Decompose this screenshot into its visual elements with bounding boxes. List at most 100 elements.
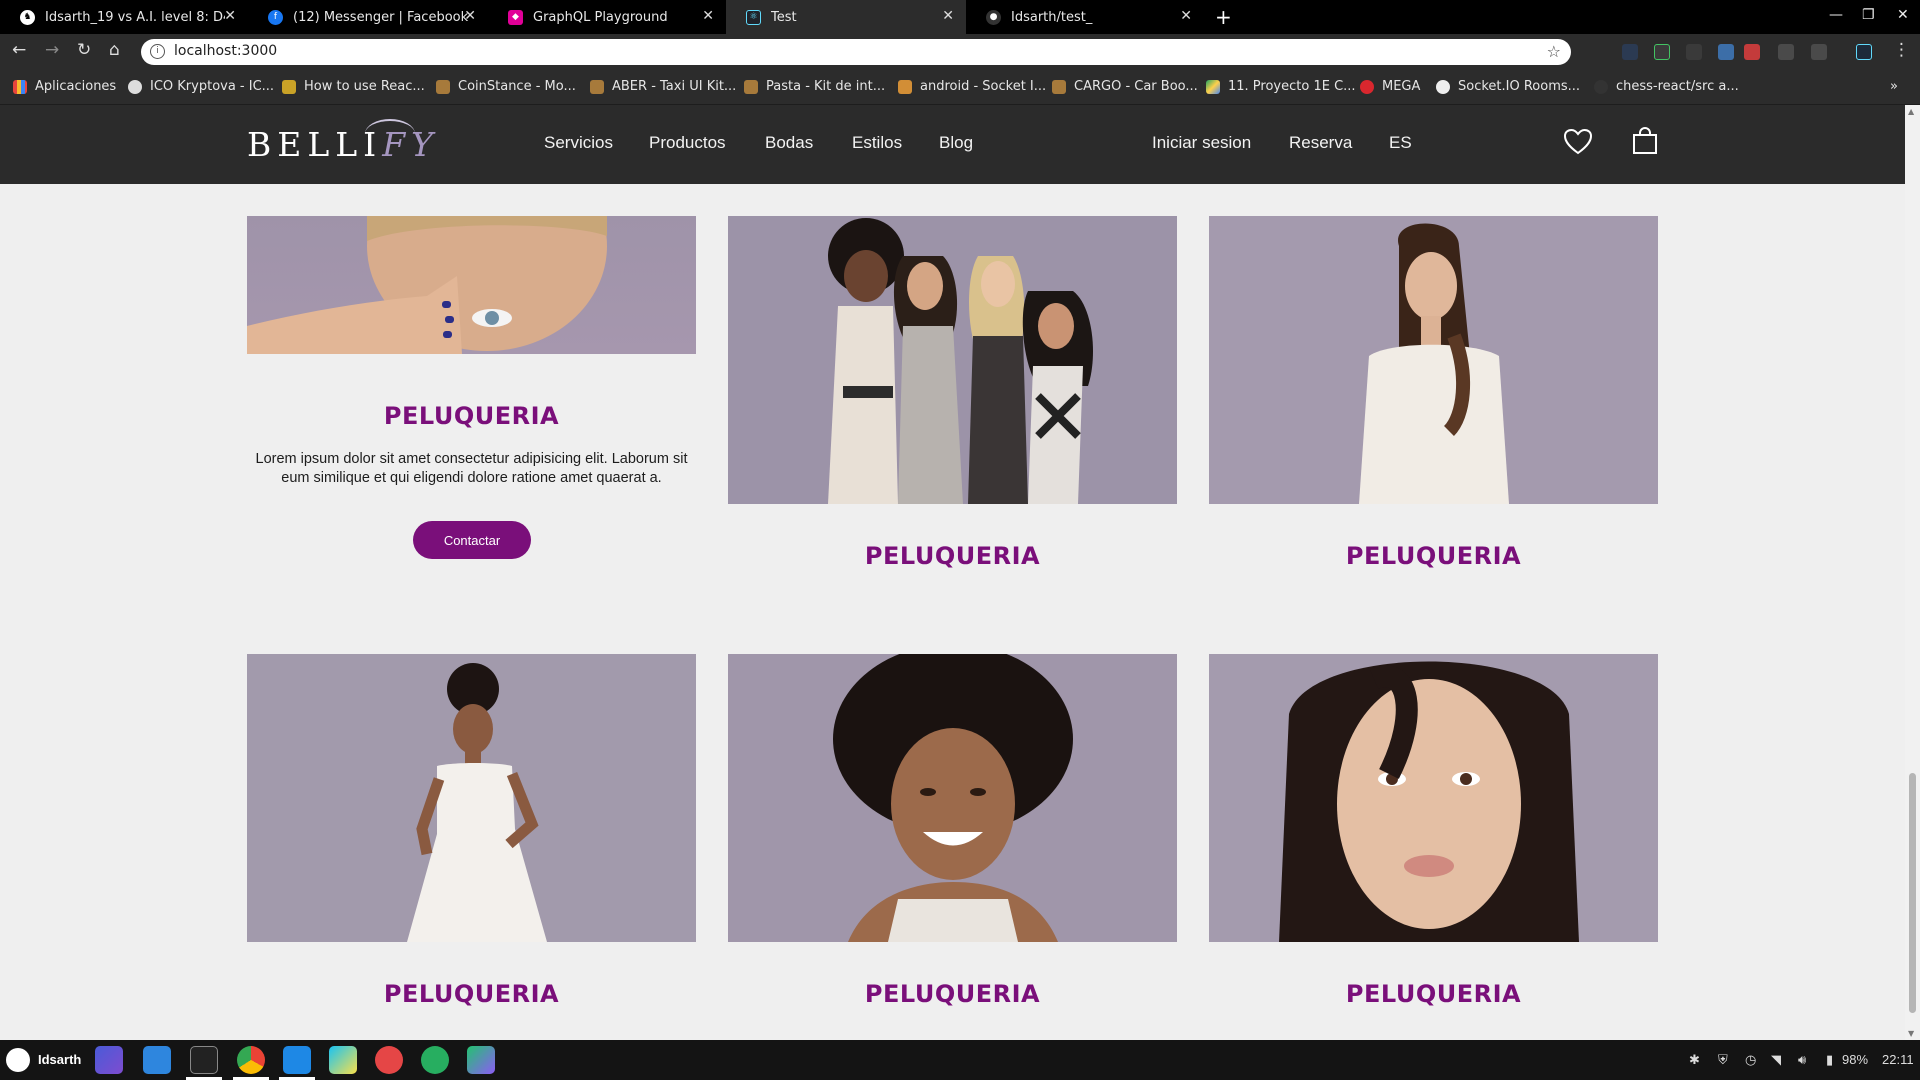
- card-image-dress: [247, 654, 696, 942]
- tab-graphql[interactable]: ◆ GraphQL Playground ✕: [488, 0, 726, 34]
- volume-icon[interactable]: 🔊︎: [1798, 1052, 1806, 1068]
- taskbar-clock[interactable]: 22:11: [1882, 1052, 1914, 1067]
- react-devtools-icon[interactable]: [1856, 44, 1872, 60]
- bookmark-label: CARGO - Car Boo...: [1074, 79, 1198, 94]
- taskbar-username[interactable]: Idsarth: [38, 1052, 81, 1067]
- chrome-icon[interactable]: [237, 1046, 265, 1074]
- bookmark-item[interactable]: android - Socket I...: [898, 79, 1046, 94]
- address-bar[interactable]: i localhost:3000 ☆: [141, 39, 1571, 65]
- bookmark-item[interactable]: 11. Proyecto 1E C...: [1206, 79, 1356, 94]
- facebook-icon: f: [268, 9, 283, 25]
- workspace-icon[interactable]: [95, 1046, 123, 1074]
- scroll-down-icon[interactable]: ▼: [1908, 1029, 1914, 1038]
- extension-icon[interactable]: [1811, 44, 1827, 60]
- maximize-icon[interactable]: ❐: [1862, 7, 1875, 23]
- webstorm-icon[interactable]: [329, 1046, 357, 1074]
- nav-iniciar-sesion[interactable]: Iniciar sesion: [1152, 133, 1251, 153]
- tab-messenger[interactable]: f (12) Messenger | Facebook ✕: [248, 0, 488, 34]
- contactar-button[interactable]: Contactar: [413, 521, 531, 559]
- vscode-icon[interactable]: [283, 1046, 311, 1074]
- clock-icon[interactable]: ◷: [1745, 1052, 1756, 1068]
- close-window-icon[interactable]: ✕: [1897, 7, 1909, 23]
- user-avatar-icon[interactable]: [6, 1048, 30, 1072]
- tab-lichess[interactable]: ♞ Idsarth_19 vs A.I. level 8: D40 ✕: [0, 0, 248, 34]
- browser-toolbar: ← → ↻ ⌂ i localhost:3000 ☆ ⋮: [0, 34, 1920, 70]
- card-image-portrait: [1209, 654, 1658, 942]
- scroll-up-icon[interactable]: ▲: [1908, 107, 1914, 116]
- page-viewport: BELLIFY Servicios Productos Bodas Estilo…: [0, 105, 1905, 1040]
- bookmark-item[interactable]: chess-react/src a...: [1594, 79, 1739, 94]
- reload-icon[interactable]: ↻: [77, 40, 91, 60]
- bookmark-item[interactable]: CoinStance - Mo...: [436, 79, 576, 94]
- terminal-icon[interactable]: [190, 1046, 218, 1074]
- bookmark-item[interactable]: CARGO - Car Boo...: [1052, 79, 1198, 94]
- datagrip-icon[interactable]: [467, 1046, 495, 1074]
- back-icon[interactable]: ←: [12, 40, 26, 60]
- tab-github[interactable]: ● Idsarth/test_ ✕: [966, 0, 1204, 34]
- bookmark-item[interactable]: ICO Kryptova - IC...: [128, 79, 274, 94]
- new-tab-button[interactable]: +: [1215, 5, 1232, 29]
- scrollbar-thumb[interactable]: [1909, 773, 1916, 1013]
- heart-logo-icon: [282, 79, 296, 94]
- extension-icon[interactable]: [1778, 44, 1794, 60]
- nav-servicios[interactable]: Servicios: [544, 133, 613, 153]
- language-selector[interactable]: ES: [1389, 133, 1412, 153]
- shopping-bag-icon[interactable]: [1632, 126, 1658, 156]
- nav-reserva[interactable]: Reserva: [1289, 133, 1352, 153]
- info-icon[interactable]: i: [150, 44, 165, 59]
- graphql-icon: ◆: [508, 9, 523, 25]
- extension-icon[interactable]: [1654, 44, 1670, 60]
- card-image-smile: [728, 654, 1177, 942]
- heart-icon[interactable]: [1563, 128, 1593, 156]
- bookmark-item[interactable]: How to use Reac...: [282, 79, 425, 94]
- extension-icon[interactable]: [1622, 44, 1638, 60]
- extension-icon[interactable]: [1686, 44, 1702, 60]
- bellify-logo[interactable]: BELLIFY: [247, 119, 439, 164]
- tab-title: Idsarth/test_: [1011, 9, 1093, 25]
- shield-icon[interactable]: ⛨: [1718, 1052, 1728, 1068]
- bookmark-item[interactable]: ABER - Taxi UI Kit...: [590, 79, 736, 94]
- close-tab-icon[interactable]: ✕: [1180, 8, 1192, 24]
- menu-kebab-icon[interactable]: ⋮: [1893, 40, 1910, 60]
- minimize-icon[interactable]: —: [1829, 7, 1843, 23]
- bookmark-label: 11. Proyecto 1E C...: [1228, 79, 1356, 94]
- battery-icon[interactable]: ▮: [1826, 1052, 1833, 1068]
- bookmarks-overflow-button[interactable]: »: [1890, 79, 1898, 94]
- bookmark-label: ICO Kryptova - IC...: [150, 79, 275, 94]
- bookmark-label: MEGA: [1382, 79, 1421, 94]
- gitkraken-icon[interactable]: [375, 1046, 403, 1074]
- tab-title: GraphQL Playground: [533, 9, 668, 25]
- extension-icon[interactable]: [1744, 44, 1760, 60]
- bookmark-item[interactable]: MEGA: [1360, 79, 1420, 94]
- extension-icon[interactable]: [1718, 44, 1734, 60]
- bookmark-item[interactable]: Socket.IO Rooms...: [1436, 79, 1580, 94]
- close-tab-icon[interactable]: ✕: [224, 8, 236, 24]
- nav-productos[interactable]: Productos: [649, 133, 726, 153]
- home-icon[interactable]: ⌂: [109, 40, 120, 60]
- forward-icon[interactable]: →: [45, 40, 59, 60]
- nav-bodas[interactable]: Bodas: [765, 133, 813, 153]
- maps-icon[interactable]: [421, 1046, 449, 1074]
- card-description: Lorem ipsum dolor sit amet consectetur a…: [255, 451, 688, 486]
- bookmark-apps[interactable]: Aplicaciones: [13, 79, 116, 94]
- battery-level: 98%: [1842, 1052, 1869, 1067]
- nav-blog[interactable]: Blog: [939, 133, 973, 153]
- tab-title: Idsarth_19 vs A.I. level 8: D40: [45, 9, 225, 25]
- bookmark-star-icon[interactable]: ☆: [1547, 42, 1561, 61]
- wifi-icon[interactable]: ◥: [1771, 1052, 1781, 1068]
- bookmarks-bar: Aplicaciones ICO Kryptova - IC... How to…: [0, 70, 1920, 105]
- files-icon[interactable]: [143, 1046, 171, 1074]
- bookmark-label: chess-react/src a...: [1616, 79, 1739, 94]
- bluetooth-icon[interactable]: ✱: [1689, 1052, 1700, 1068]
- close-tab-icon[interactable]: ✕: [464, 8, 476, 24]
- nav-estilos[interactable]: Estilos: [852, 133, 902, 153]
- logo-text: BELLI: [247, 125, 383, 164]
- page-scrollbar[interactable]: ▲ ▼: [1905, 105, 1920, 1040]
- close-tab-icon[interactable]: ✕: [702, 8, 714, 24]
- bookmark-item[interactable]: Pasta - Kit de int...: [744, 79, 885, 94]
- tab-test[interactable]: ⚛ Test ✕: [726, 0, 966, 34]
- tab-title: Test: [771, 9, 797, 25]
- close-tab-icon[interactable]: ✕: [942, 8, 954, 24]
- bookmark-label: android - Socket I...: [920, 79, 1047, 94]
- model-photo: [247, 654, 696, 942]
